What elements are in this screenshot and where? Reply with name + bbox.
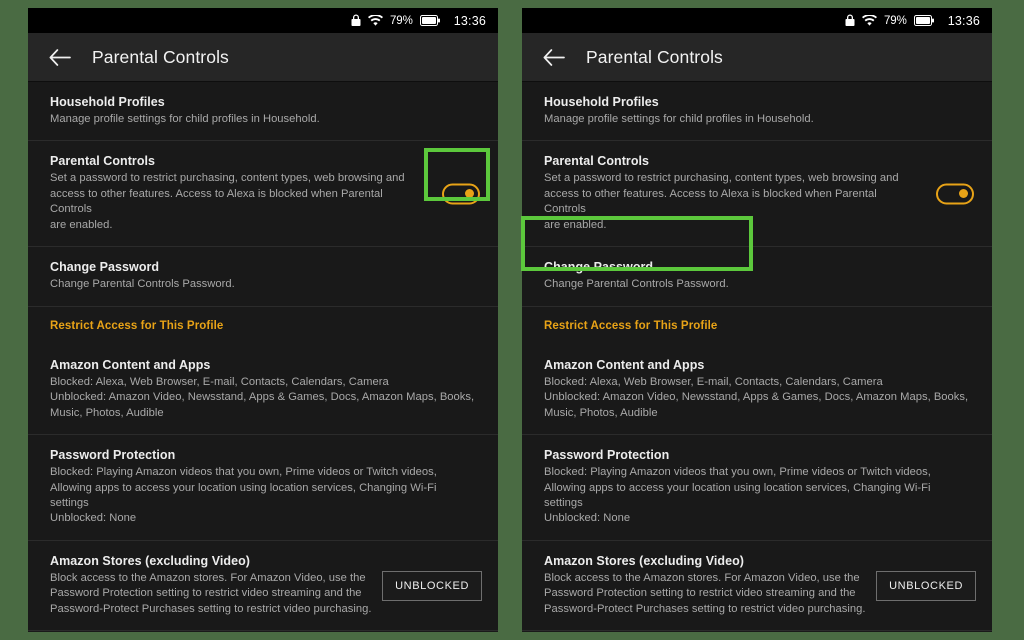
- row-title: Change Password: [50, 260, 160, 275]
- wifi-icon: [368, 14, 383, 27]
- row-title: Amazon Content and Apps: [544, 357, 705, 372]
- row-title: Amazon Stores (excluding Video): [544, 553, 744, 568]
- battery-percent: 79%: [390, 14, 413, 27]
- section-restrict-access: Restrict Access for This Profile: [28, 307, 498, 345]
- row-description: Blocked: Alexa, Web Browser, E-mail, Con…: [544, 375, 969, 419]
- device-screen-right: 79% 13:36 Parental Controls Household Pr…: [522, 8, 992, 632]
- title-bar: Parental Controls: [522, 33, 992, 82]
- row-amazon-content-and-apps[interactable]: Amazon Content and Apps Blocked: Alexa, …: [522, 345, 992, 436]
- screenshot-stage: 79% 13:36 Parental Controls Household Pr…: [0, 0, 1024, 640]
- row-title: Household Profiles: [50, 95, 165, 109]
- toggle-knob: [959, 189, 968, 199]
- status-bar: 79% 13:36: [522, 8, 992, 33]
- amazon-stores-status-button[interactable]: UNBLOCKED: [876, 570, 976, 601]
- lock-icon: [351, 14, 361, 27]
- row-description: Blocked: Alexa, Web Browser, E-mail, Con…: [50, 375, 475, 419]
- page-title: Parental Controls: [92, 46, 229, 67]
- section-restrict-access: Restrict Access for This Profile: [522, 307, 992, 345]
- wifi-icon: [862, 14, 877, 27]
- row-description: Set a password to restrict purchasing, c…: [544, 172, 899, 231]
- status-clock: 13:36: [947, 13, 980, 28]
- battery-icon: [913, 15, 934, 26]
- row-description: Set a password to restrict purchasing, c…: [50, 172, 405, 231]
- row-password-protect-purchases[interactable]: Password-Protect Purchases Require a pas…: [522, 631, 992, 632]
- lock-icon: [845, 14, 855, 27]
- row-change-password[interactable]: Change Password Change Parental Controls…: [28, 247, 498, 307]
- row-title: Amazon Stores (excluding Video): [50, 553, 250, 568]
- row-description: Change Parental Controls Password.: [544, 278, 729, 291]
- back-arrow-icon[interactable]: [48, 45, 72, 69]
- back-arrow-icon[interactable]: [542, 45, 566, 69]
- row-parental-controls[interactable]: Parental Controls Set a password to rest…: [522, 141, 992, 248]
- settings-list[interactable]: Household Profiles Manage profile settin…: [522, 82, 992, 632]
- row-amazon-content-and-apps[interactable]: Amazon Content and Apps Blocked: Alexa, …: [28, 345, 498, 436]
- row-description: Manage profile settings for child profil…: [544, 113, 814, 125]
- parental-controls-toggle[interactable]: [442, 183, 480, 205]
- status-clock: 13:36: [453, 13, 486, 28]
- row-title: Parental Controls: [50, 154, 156, 169]
- row-title: Password Protection: [50, 448, 176, 463]
- row-title: Amazon Content and Apps: [50, 357, 211, 372]
- row-description: Change Parental Controls Password.: [50, 278, 235, 291]
- row-title: Household Profiles: [544, 95, 659, 109]
- row-change-password[interactable]: Change Password Change Parental Controls…: [522, 247, 992, 307]
- row-title: Parental Controls: [544, 154, 650, 169]
- row-password-protect-purchases[interactable]: Password-Protect Purchases Require a pas…: [28, 631, 498, 632]
- row-amazon-stores[interactable]: Amazon Stores (excluding Video) Block ac…: [28, 541, 498, 632]
- battery-percent: 79%: [884, 14, 907, 27]
- row-household-profiles[interactable]: Household Profiles Manage profile settin…: [28, 82, 498, 142]
- row-title: Change Password: [544, 260, 654, 275]
- row-description: Blocked: Playing Amazon videos that you …: [50, 466, 437, 525]
- row-amazon-stores[interactable]: Amazon Stores (excluding Video) Block ac…: [522, 541, 992, 632]
- page-title: Parental Controls: [586, 46, 723, 67]
- row-description: Block access to the Amazon stores. For A…: [50, 571, 372, 615]
- row-description: Block access to the Amazon stores. For A…: [544, 571, 866, 615]
- toggle-knob: [465, 189, 474, 199]
- section-label: Restrict Access for This Profile: [544, 319, 718, 332]
- title-bar: Parental Controls: [28, 33, 498, 82]
- row-description: Blocked: Playing Amazon videos that you …: [544, 466, 931, 525]
- row-password-protection[interactable]: Password Protection Blocked: Playing Ama…: [522, 435, 992, 541]
- device-screen-left: 79% 13:36 Parental Controls Household Pr…: [28, 8, 498, 632]
- row-parental-controls[interactable]: Parental Controls Set a password to rest…: [28, 141, 498, 248]
- amazon-stores-status-button[interactable]: UNBLOCKED: [382, 570, 482, 601]
- status-bar: 79% 13:36: [28, 8, 498, 33]
- row-household-profiles[interactable]: Household Profiles Manage profile settin…: [522, 82, 992, 142]
- battery-icon: [419, 15, 440, 26]
- row-password-protection[interactable]: Password Protection Blocked: Playing Ama…: [28, 435, 498, 541]
- parental-controls-toggle[interactable]: [936, 183, 974, 205]
- row-description: Manage profile settings for child profil…: [50, 113, 320, 125]
- row-title: Password Protection: [544, 448, 670, 463]
- settings-list[interactable]: Household Profiles Manage profile settin…: [28, 82, 498, 632]
- section-label: Restrict Access for This Profile: [50, 319, 224, 332]
